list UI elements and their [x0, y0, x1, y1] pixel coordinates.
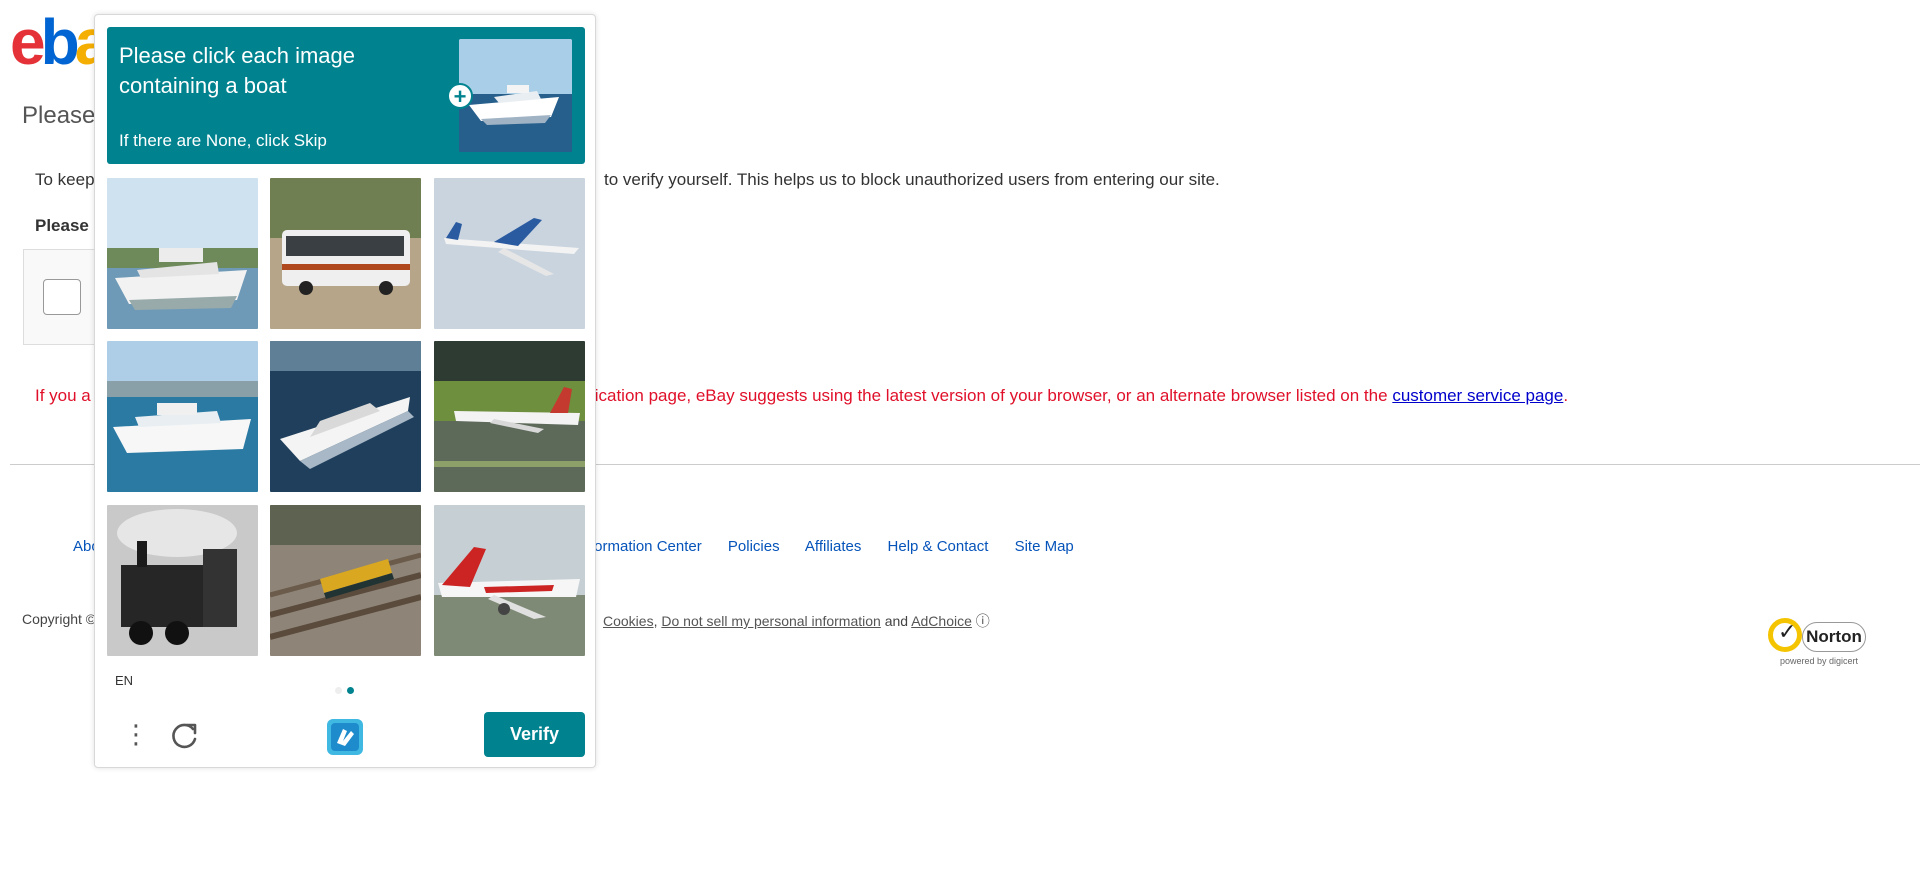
footer-link-information-center[interactable]: formation Center: [590, 538, 702, 555]
image-tile-steam-train[interactable]: [107, 505, 258, 656]
footer-link-affiliates[interactable]: Affiliates: [805, 538, 861, 555]
copyright-links: Cookies, Do not sell my personal informa…: [603, 613, 990, 629]
image-tile-boat-yacht[interactable]: [107, 178, 258, 329]
example-image[interactable]: [459, 39, 572, 152]
captcha-checkbox[interactable]: [43, 279, 81, 315]
cookies-link[interactable]: Cookies: [603, 613, 654, 629]
challenge-prompt: Please click each image containing a boa…: [107, 27, 585, 164]
adchoice-link[interactable]: AdChoice: [911, 613, 972, 629]
image-tile-bus[interactable]: [270, 178, 421, 329]
customer-service-link[interactable]: customer service page: [1392, 386, 1563, 405]
captcha-challenge-dialog: Please click each image containing a boa…: [94, 14, 596, 768]
copyright-text: Copyright ©: [22, 611, 97, 627]
footer-links: formation Center Policies Affiliates Hel…: [590, 538, 1096, 555]
norton-badge[interactable]: Norton powered by digicert: [1768, 614, 1868, 672]
intro-text-end: to verify yourself. This helps us to blo…: [604, 170, 1220, 189]
footer-link-policies[interactable]: Policies: [728, 538, 780, 555]
norton-check-icon: [1768, 618, 1802, 652]
prompt-text: Please click each image containing a boa…: [119, 43, 356, 98]
warning-text-start: If you a: [35, 386, 91, 405]
intro-text-start: To keep: [35, 170, 95, 189]
page-heading: Please: [22, 102, 96, 129]
footer-link-help-contact[interactable]: Help & Contact: [888, 538, 989, 555]
page-dot-active: [347, 687, 354, 694]
menu-icon[interactable]: ⋮: [123, 719, 149, 749]
refresh-icon[interactable]: [169, 719, 201, 751]
image-tile-freight-train[interactable]: [270, 505, 421, 656]
info-icon: ⓘ: [975, 613, 990, 629]
image-tile-boat-yacht-sea[interactable]: [107, 341, 258, 492]
language-selector[interactable]: EN: [115, 673, 133, 688]
image-tile-airplane-red[interactable]: [434, 505, 585, 656]
image-tile-airplane-sky[interactable]: [434, 178, 585, 329]
do-not-sell-link[interactable]: Do not sell my personal information: [661, 613, 880, 629]
add-example-icon[interactable]: +: [447, 83, 473, 109]
image-tile-speedboat[interactable]: [270, 341, 421, 492]
image-tile-airplane-runway[interactable]: [434, 341, 585, 492]
page-indicator: [335, 681, 359, 699]
verify-button[interactable]: Verify: [484, 712, 585, 757]
please-verify-label: Please: [35, 216, 89, 235]
prompt-subtext: If there are None, click Skip: [119, 131, 327, 150]
page-dot-inactive: [335, 687, 342, 694]
image-grid: [107, 178, 585, 668]
warning-text-end: fication page, eBay suggests using the l…: [590, 386, 1569, 405]
footer-link-site-map[interactable]: Site Map: [1015, 538, 1074, 555]
hcaptcha-logo-icon[interactable]: [323, 715, 367, 759]
